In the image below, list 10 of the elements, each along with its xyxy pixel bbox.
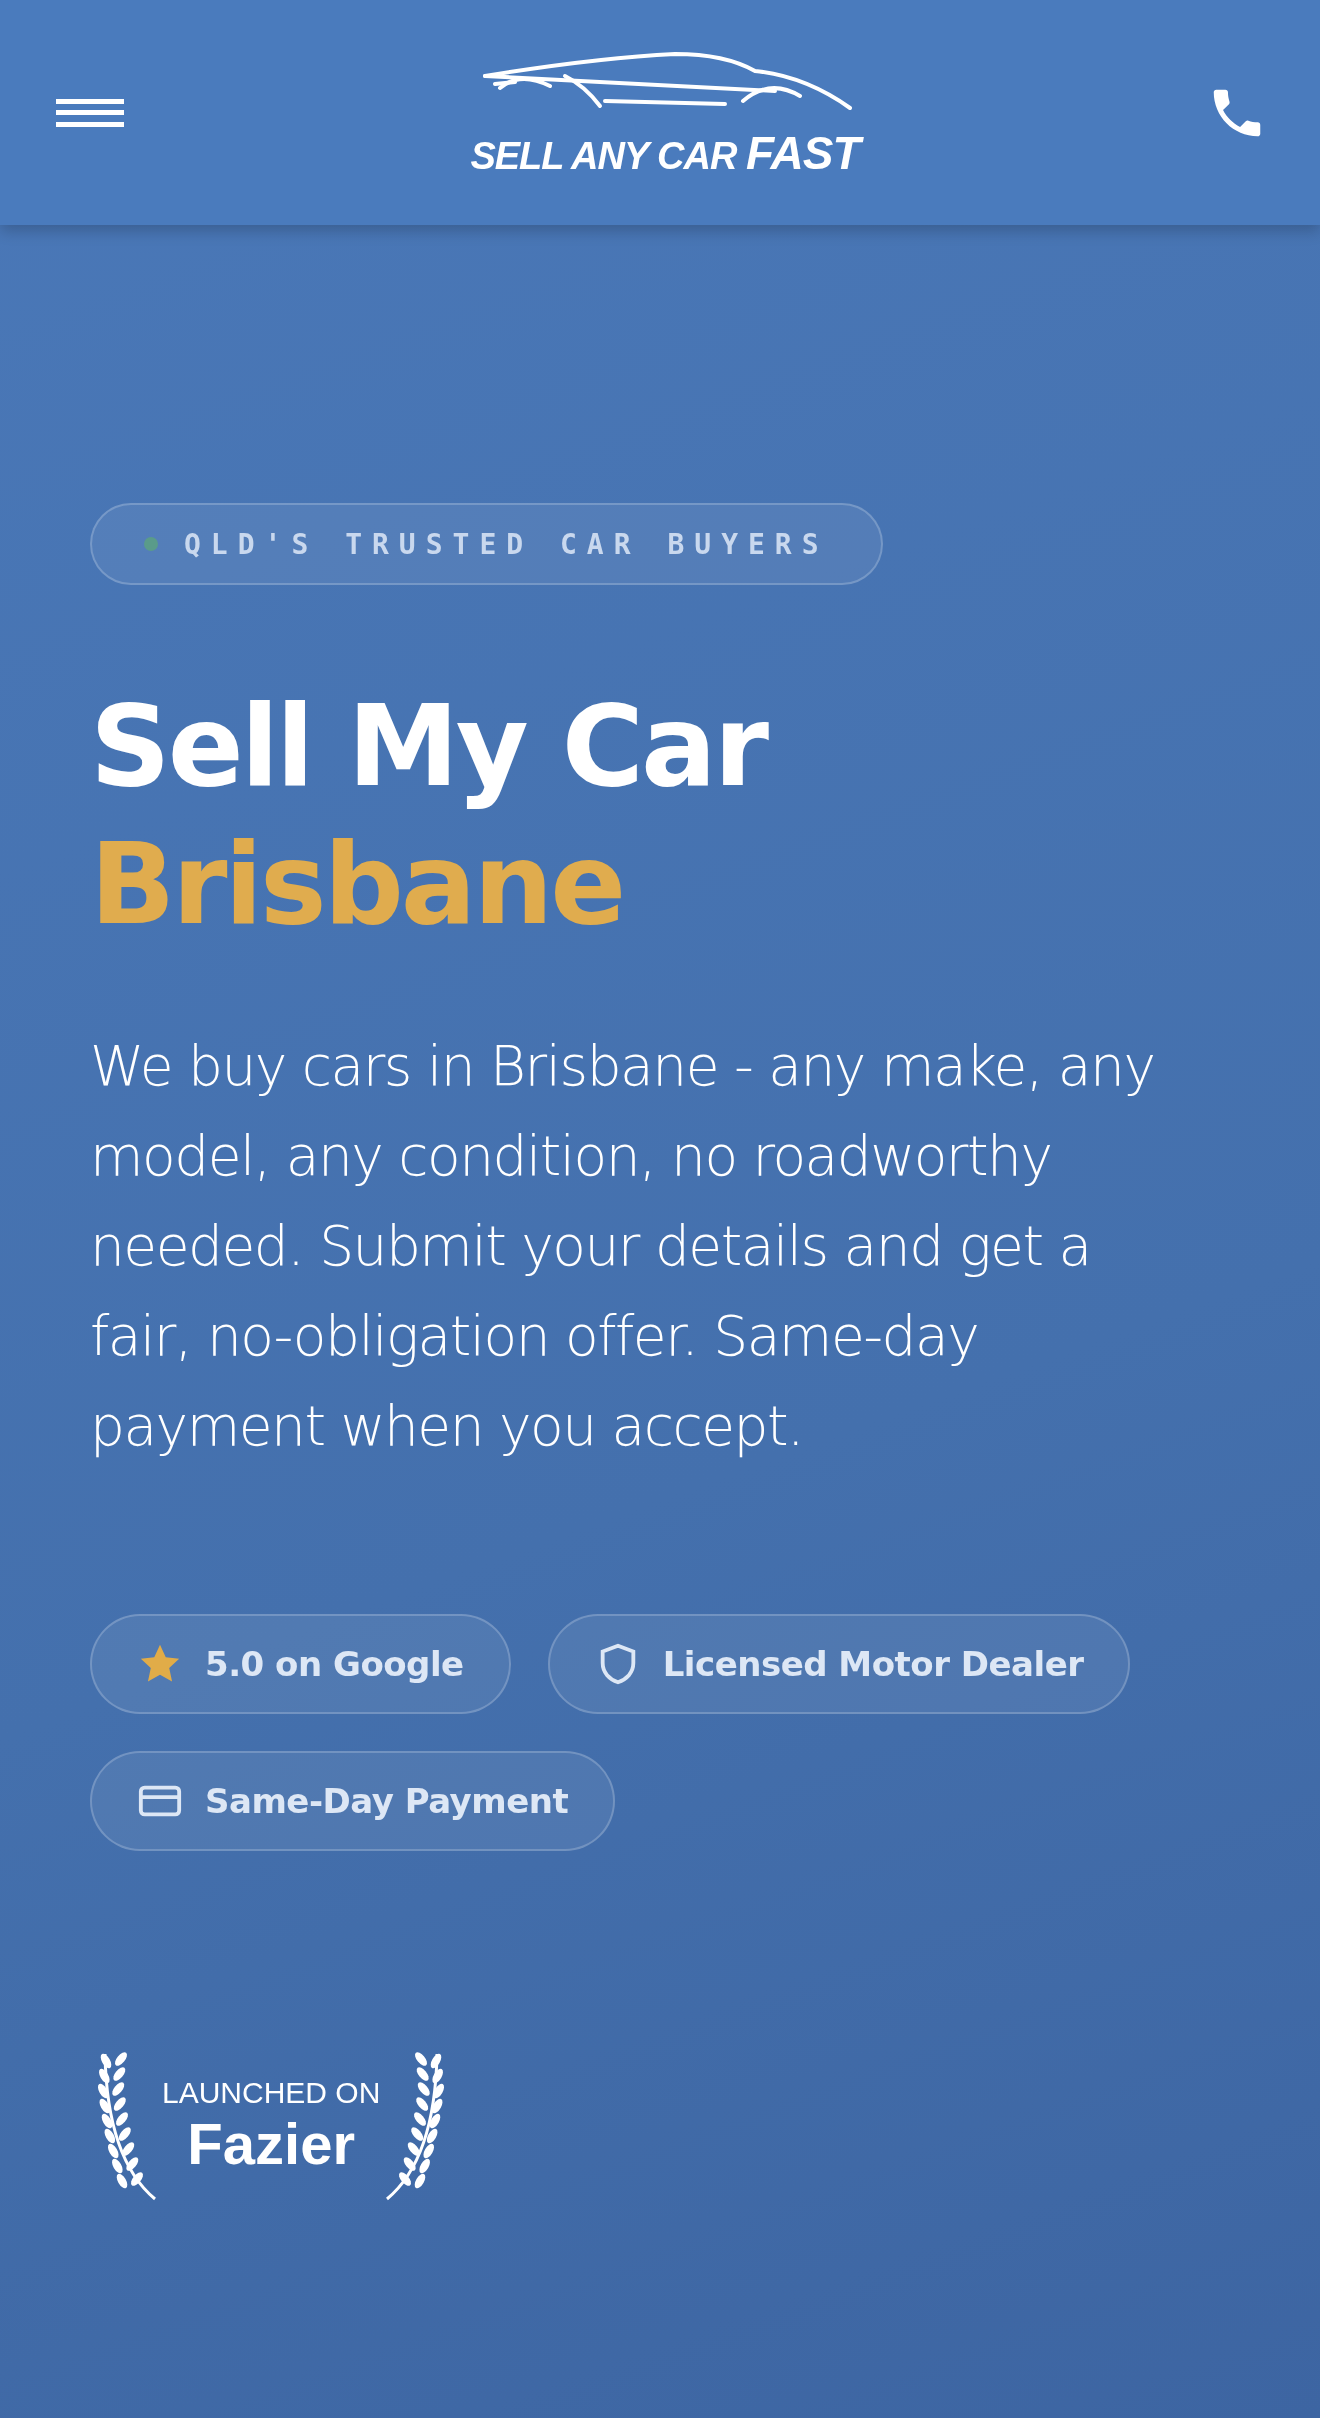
hero-title-highlight: Brisbane [90, 818, 625, 951]
trust-badge-label: Licensed Motor Dealer [662, 1644, 1084, 1684]
status-dot [144, 537, 158, 551]
award-name: Fazier [187, 2110, 355, 2177]
trust-badge-label: Same-Day Payment [205, 1781, 569, 1821]
eyebrow-text: QLD'S TRUSTED CAR BUYERS [184, 527, 829, 561]
award-caption: LAUNCHED ON [162, 2076, 381, 2110]
hero-description: We buy cars in Brisbane - any make, any model, any condition, no roadworthy needed. Submit your details and get a fair, no-obligation offer. Same-day payment when you accept. [90, 1033, 1156, 1460]
trust-badge-label: 5.0 on Google [205, 1644, 464, 1684]
hero-title: Sell My Car [90, 680, 769, 813]
